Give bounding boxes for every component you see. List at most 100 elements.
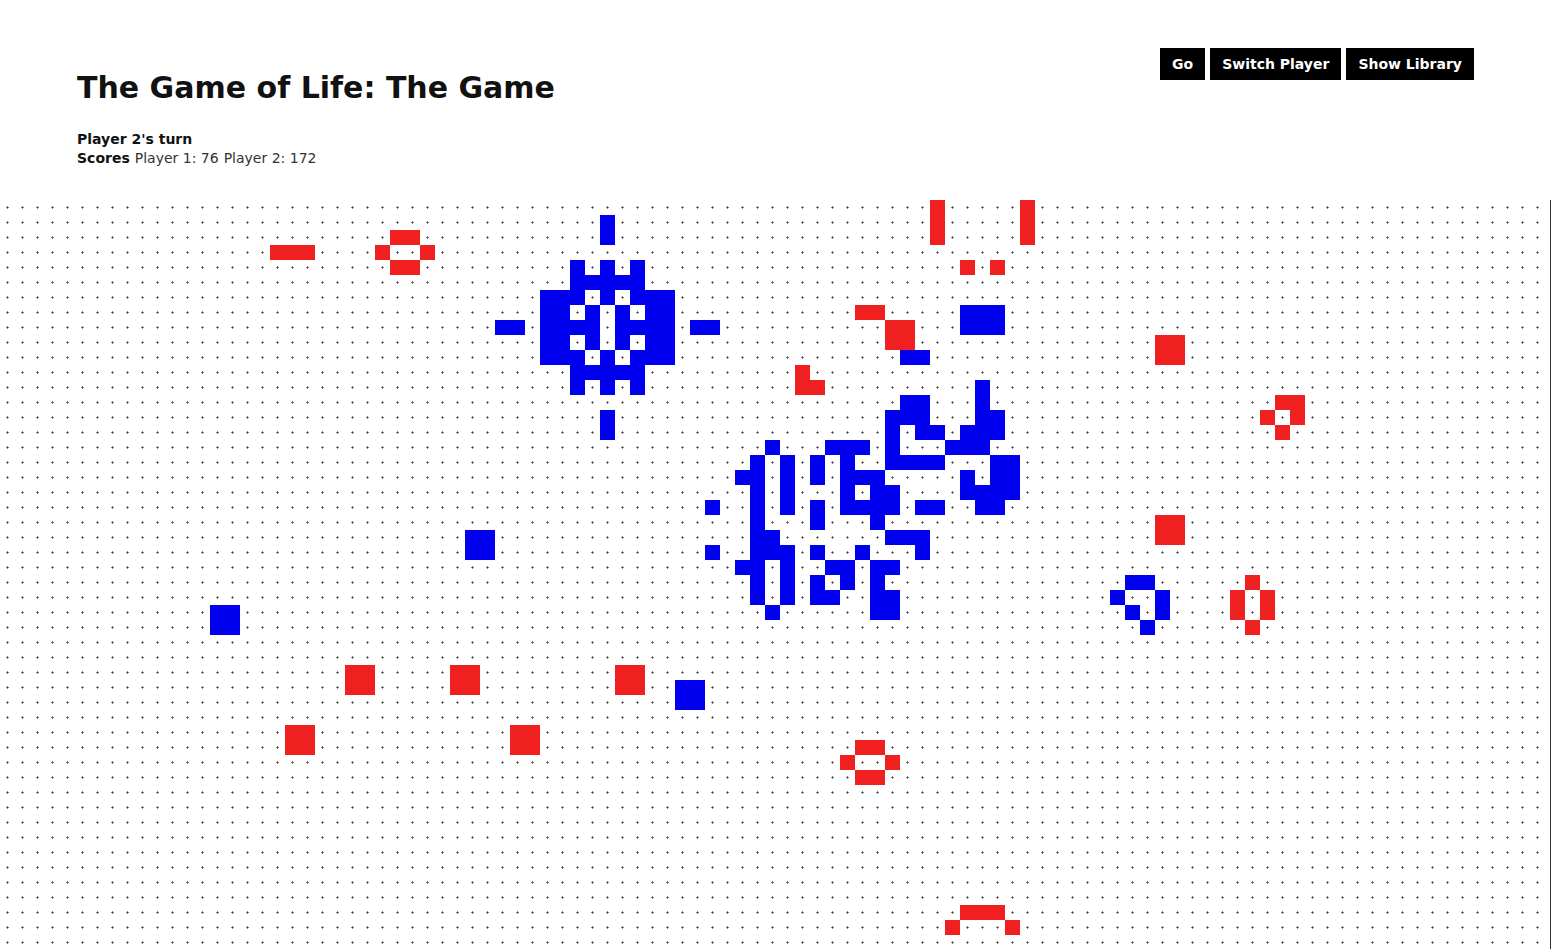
cell[interactable] — [1125, 605, 1140, 620]
cell[interactable] — [1245, 575, 1260, 590]
cell[interactable] — [1290, 410, 1305, 425]
cell[interactable] — [975, 425, 990, 440]
cell[interactable] — [540, 290, 555, 305]
cell[interactable] — [870, 515, 885, 530]
cell[interactable] — [750, 530, 765, 545]
cell[interactable] — [630, 680, 645, 695]
cell[interactable] — [990, 470, 1005, 485]
cell[interactable] — [600, 380, 615, 395]
cell[interactable] — [855, 770, 870, 785]
cell[interactable] — [810, 515, 825, 530]
cell[interactable] — [960, 320, 975, 335]
cell[interactable] — [390, 230, 405, 245]
cell[interactable] — [705, 500, 720, 515]
cell[interactable] — [900, 335, 915, 350]
cell[interactable] — [810, 470, 825, 485]
cell[interactable] — [495, 320, 510, 335]
cell[interactable] — [585, 305, 600, 320]
cell[interactable] — [975, 485, 990, 500]
cell[interactable] — [990, 260, 1005, 275]
cell[interactable] — [210, 605, 225, 620]
cell[interactable] — [840, 755, 855, 770]
cell[interactable] — [750, 575, 765, 590]
cell[interactable] — [855, 500, 870, 515]
cell[interactable] — [270, 245, 285, 260]
cell[interactable] — [870, 740, 885, 755]
cell[interactable] — [450, 665, 465, 680]
cell[interactable] — [1275, 425, 1290, 440]
cell[interactable] — [915, 425, 930, 440]
cell[interactable] — [480, 545, 495, 560]
cell[interactable] — [1245, 620, 1260, 635]
cell[interactable] — [615, 680, 630, 695]
cell[interactable] — [510, 725, 525, 740]
cell[interactable] — [345, 680, 360, 695]
cell[interactable] — [885, 530, 900, 545]
cell[interactable] — [990, 320, 1005, 335]
cell[interactable] — [660, 290, 675, 305]
cell[interactable] — [1005, 920, 1020, 935]
cell[interactable] — [375, 245, 390, 260]
cell[interactable] — [1140, 575, 1155, 590]
cell[interactable] — [750, 455, 765, 470]
cell[interactable] — [615, 275, 630, 290]
cell[interactable] — [840, 485, 855, 500]
cell[interactable] — [285, 245, 300, 260]
cell[interactable] — [795, 365, 810, 380]
cell[interactable] — [585, 365, 600, 380]
cell[interactable] — [780, 470, 795, 485]
cell[interactable] — [1155, 590, 1170, 605]
cell[interactable] — [975, 395, 990, 410]
cell[interactable] — [870, 770, 885, 785]
cell[interactable] — [960, 470, 975, 485]
cell[interactable] — [540, 350, 555, 365]
cell[interactable] — [765, 605, 780, 620]
cell[interactable] — [585, 320, 600, 335]
cell[interactable] — [645, 335, 660, 350]
board[interactable] — [0, 200, 1551, 949]
cell[interactable] — [900, 530, 915, 545]
cell[interactable] — [570, 350, 585, 365]
cell[interactable] — [1260, 605, 1275, 620]
cell[interactable] — [885, 410, 900, 425]
cell[interactable] — [870, 590, 885, 605]
cell[interactable] — [885, 500, 900, 515]
cell[interactable] — [660, 320, 675, 335]
cell[interactable] — [870, 560, 885, 575]
cell[interactable] — [930, 200, 945, 215]
cell[interactable] — [1170, 335, 1185, 350]
cell[interactable] — [645, 320, 660, 335]
cell[interactable] — [780, 500, 795, 515]
cell[interactable] — [555, 290, 570, 305]
cell[interactable] — [600, 350, 615, 365]
cell[interactable] — [1230, 605, 1245, 620]
cell[interactable] — [900, 350, 915, 365]
cell[interactable] — [465, 665, 480, 680]
action-button[interactable]: Show Library — [1346, 48, 1474, 80]
cell[interactable] — [780, 485, 795, 500]
cell[interactable] — [1140, 620, 1155, 635]
cell[interactable] — [510, 740, 525, 755]
cell[interactable] — [615, 305, 630, 320]
cell[interactable] — [960, 425, 975, 440]
cell[interactable] — [450, 680, 465, 695]
cell[interactable] — [870, 575, 885, 590]
cell[interactable] — [825, 590, 840, 605]
cell[interactable] — [750, 500, 765, 515]
cell[interactable] — [780, 590, 795, 605]
cell[interactable] — [915, 500, 930, 515]
cell[interactable] — [645, 290, 660, 305]
cell[interactable] — [765, 440, 780, 455]
cell[interactable] — [555, 335, 570, 350]
cell[interactable] — [405, 230, 420, 245]
action-button[interactable]: Go — [1160, 48, 1205, 80]
cell[interactable] — [1170, 350, 1185, 365]
cell[interactable] — [960, 485, 975, 500]
cell[interactable] — [630, 665, 645, 680]
cell[interactable] — [570, 380, 585, 395]
cell[interactable] — [630, 320, 645, 335]
action-button[interactable]: Switch Player — [1210, 48, 1341, 80]
cell[interactable] — [780, 560, 795, 575]
cell[interactable] — [540, 305, 555, 320]
cell[interactable] — [285, 740, 300, 755]
